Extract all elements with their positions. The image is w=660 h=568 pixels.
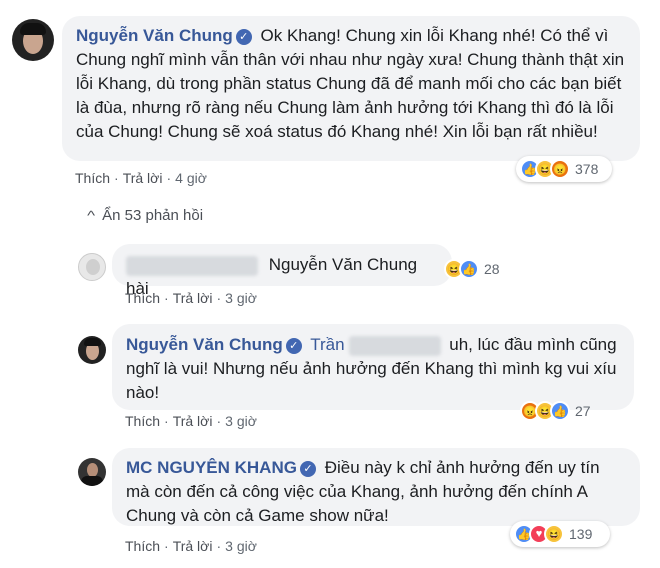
like-icon: 👍: [550, 401, 570, 421]
avatar[interactable]: [78, 336, 106, 364]
reply-comment: Nguyễn Văn Chung hài 😆 👍 28 Thích · Trả lờ…: [0, 236, 660, 312]
reaction-count: 28: [484, 261, 500, 277]
like-icon: 👍: [459, 259, 479, 279]
timestamp[interactable]: 3 giờ: [225, 413, 257, 429]
reaction-summary[interactable]: 👍 😆 😠 378: [516, 156, 612, 182]
reply-button[interactable]: Trả lời: [173, 538, 213, 554]
comment-bubble: MC NGUYÊN KHANG ✓ Điều này k chỉ ảnh hưởn…: [112, 448, 640, 526]
hide-replies-link[interactable]: ^ Ẩn 53 phản hồi: [87, 207, 204, 224]
redacted-name: [348, 335, 441, 356]
avatar-face: [86, 259, 100, 275]
angry-icon: 😠: [550, 159, 570, 179]
comment-text: MC NGUYÊN KHANG ✓ Điều này k chỉ ảnh hưởn…: [126, 456, 626, 528]
avatar[interactable]: [12, 19, 54, 61]
separator: ·: [164, 290, 169, 306]
reply-comment: MC NGUYÊN KHANG ✓ Điều này k chỉ ảnh hưởn…: [0, 446, 660, 568]
reaction-count: 139: [569, 526, 593, 542]
hide-replies-label: Ẩn 53 phản hồi: [102, 207, 204, 224]
comment-text: Nguyễn Văn Chung ✓ Ok Khang! Chung xin lỗ…: [76, 24, 626, 144]
avatar-hair: [84, 338, 101, 346]
separator: ·: [166, 170, 172, 186]
avatar-face: [87, 463, 98, 477]
like-button[interactable]: Thích: [125, 290, 160, 306]
verified-icon: ✓: [299, 461, 316, 477]
haha-icon: 😆: [544, 524, 564, 544]
comment-actions: Thích · Trả lời · 3 giờ: [125, 290, 257, 306]
chevron-up-icon: ^: [87, 208, 96, 223]
separator: ·: [216, 413, 222, 429]
avatar-hair: [20, 23, 46, 35]
redacted-name: [126, 255, 258, 276]
separator: ·: [164, 413, 169, 429]
reply-button[interactable]: Trả lời: [123, 170, 163, 186]
separator: ·: [164, 538, 169, 554]
reaction-summary[interactable]: 👍 ♥ 😆 139: [510, 521, 610, 547]
mention-link[interactable]: Trần: [310, 335, 344, 354]
reaction-count: 378: [575, 161, 599, 177]
separator: ·: [216, 290, 222, 306]
comment-bubble: Nguyễn Văn Chung ✓ Ok Khang! Chung xin lỗ…: [62, 16, 640, 161]
comment-actions: Thích · Trả lời · 4 giờ: [75, 170, 207, 186]
separator: ·: [114, 170, 119, 186]
like-button[interactable]: Thích: [125, 413, 160, 429]
verified-icon: ✓: [285, 338, 302, 354]
avatar-suit: [81, 476, 103, 486]
separator: ·: [216, 538, 222, 554]
avatar[interactable]: [78, 253, 106, 281]
like-button[interactable]: Thích: [75, 170, 110, 186]
timestamp[interactable]: 4 giờ: [175, 170, 207, 186]
reaction-summary[interactable]: 😠 😆 👍 27: [516, 398, 608, 424]
comment-bubble: Nguyễn Văn Chung hài: [112, 244, 452, 298]
timestamp[interactable]: 3 giờ: [225, 290, 257, 306]
comment-actions: Thích · Trả lời · 3 giờ: [125, 538, 257, 554]
verified-icon: ✓: [235, 29, 252, 45]
reaction-summary[interactable]: 😆 👍 28: [440, 256, 518, 282]
reply-button[interactable]: Trả lời: [173, 413, 213, 429]
avatar[interactable]: [78, 458, 106, 486]
comment-body-1: uh, lúc đầu mình: [449, 335, 575, 354]
reply-button[interactable]: Trả lời: [173, 290, 213, 306]
timestamp[interactable]: 3 giờ: [225, 538, 257, 554]
like-button[interactable]: Thích: [125, 538, 160, 554]
reaction-count: 27: [575, 403, 591, 419]
reply-comment: Nguyễn Văn Chung ✓ Trần uh, lúc đầu mình …: [0, 320, 660, 440]
comment-text: Nguyễn Văn Chung ✓ Trần uh, lúc đầu mình …: [126, 333, 620, 405]
comment-author[interactable]: MC NGUYÊN KHANG: [126, 458, 297, 477]
comment-author[interactable]: Nguyễn Văn Chung: [76, 26, 233, 45]
comment-actions: Thích · Trả lời · 3 giờ: [125, 413, 257, 429]
comment-author[interactable]: Nguyễn Văn Chung: [126, 335, 283, 354]
main-comment: Nguyễn Văn Chung ✓ Ok Khang! Chung xin lỗ…: [0, 0, 660, 200]
